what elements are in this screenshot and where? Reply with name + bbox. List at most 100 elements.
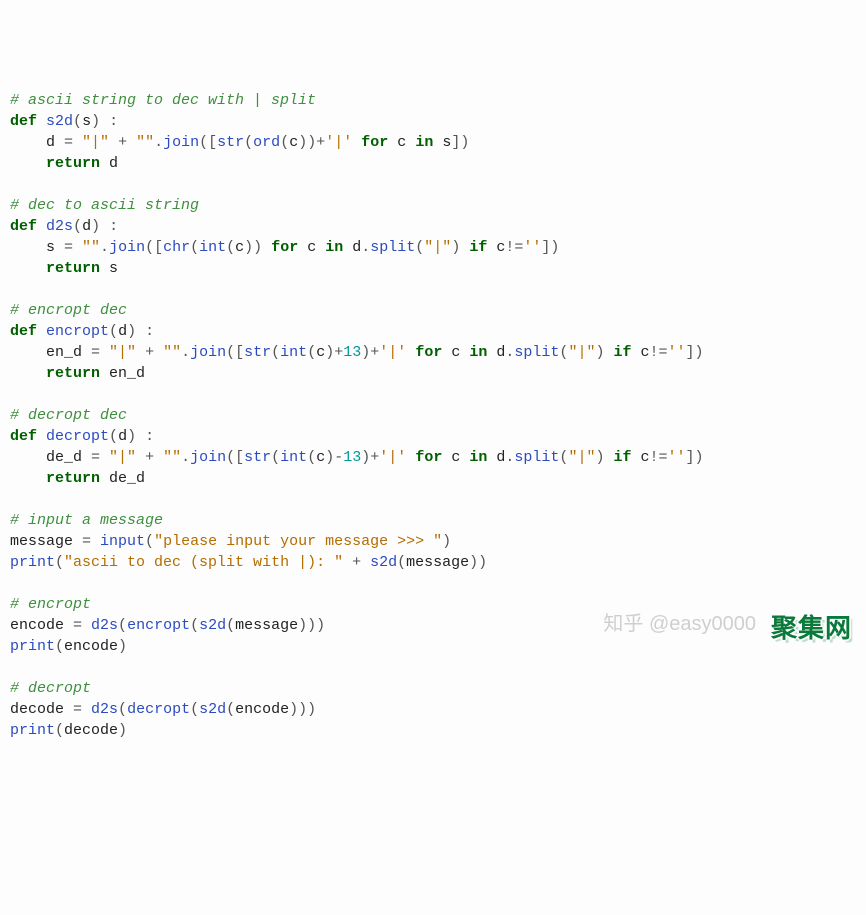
code-token: ) : [127,428,154,445]
code-token: # dec to ascii string [10,197,199,214]
code-token: s [433,134,451,151]
code-token: + [118,134,136,151]
code-token: message [406,554,469,571]
code-line: # encropt [10,594,856,615]
code-token: ) [442,533,451,550]
code-token: chr [163,239,190,256]
code-token: return [46,470,100,487]
code-line [10,657,856,678]
code-token: # decropt [10,680,91,697]
code-token: print [10,722,55,739]
code-token: s [100,260,118,277]
code-token: ( [307,344,316,361]
code-token: "|" [568,344,595,361]
code-token [37,218,46,235]
code-token: c [316,449,325,466]
code-token: '' [668,449,686,466]
code-token: = [73,617,91,634]
code-token: "please input your message >>> " [154,533,442,550]
code-token: + [370,449,379,466]
code-line: return de_d [10,468,856,489]
code-token: de_d [100,470,145,487]
code-token: ( [55,554,64,571]
code-token: '' [668,344,686,361]
code-line: def s2d(s) : [10,111,856,132]
code-token: encropt [46,323,109,340]
code-token: d2s [46,218,73,235]
code-token [10,155,46,172]
code-token: c [631,449,649,466]
code-token: decode [64,722,118,739]
code-line: def encropt(d) : [10,321,856,342]
code-token: str [244,449,271,466]
code-token: ( [271,449,280,466]
code-token: = [91,449,109,466]
code-token: s2d [370,554,397,571]
code-token: # input a message [10,512,163,529]
code-token: 13 [343,449,361,466]
code-line: # dec to ascii string [10,195,856,216]
code-token: c [298,239,325,256]
code-token: ) : [91,113,118,130]
code-token: decode [10,701,73,718]
code-token: if [613,344,631,361]
code-token: encode [64,638,118,655]
code-token: )) [469,554,487,571]
code-token: ( [271,344,280,361]
code-line: encode = d2s(encropt(s2d(message))) [10,615,856,636]
code-token: in [415,134,433,151]
code-token: join [109,239,145,256]
code-token: d [487,449,505,466]
code-token: print [10,554,55,571]
code-token: message [10,533,82,550]
code-token: ([ [226,449,244,466]
code-token: def [10,218,37,235]
code-token: = [64,134,82,151]
code-token [10,470,46,487]
code-token: # ascii string to dec with | split [10,92,316,109]
code-token: '|' [379,449,406,466]
code-token [37,428,46,445]
code-token: ( [55,722,64,739]
code-token: en_d [100,365,145,382]
code-token: # encropt dec [10,302,127,319]
code-token [10,260,46,277]
code-token: c [316,344,325,361]
code-token: c [442,344,469,361]
code-token: "|" [109,449,136,466]
code-token: "|" [82,134,109,151]
code-token: input [100,533,145,550]
code-token: ]) [451,134,469,151]
code-token: ( [280,134,289,151]
code-token: ( [55,638,64,655]
code-token: ( [109,428,118,445]
code-token: ( [73,113,82,130]
code-token [352,134,361,151]
code-token: - [334,449,343,466]
code-token: ([ [226,344,244,361]
code-token: . [181,449,190,466]
code-token: int [280,449,307,466]
code-token: . [100,239,109,256]
code-token: = [82,533,100,550]
code-token: decropt [46,428,109,445]
code-line: # ascii string to dec with | split [10,90,856,111]
code-line: message = input("please input your messa… [10,531,856,552]
code-line: en_d = "|" + "".join([str(int(c)+13)+'|'… [10,342,856,363]
code-token: d [100,155,118,172]
code-token: ( [190,239,199,256]
code-line [10,279,856,300]
code-token: . [154,134,163,151]
code-line: # decropt dec [10,405,856,426]
code-token: ( [118,701,127,718]
code-line: # encropt dec [10,300,856,321]
code-token: != [650,344,668,361]
code-token [406,344,415,361]
code-token: '|' [379,344,406,361]
code-token: = [91,344,109,361]
code-token: return [46,155,100,172]
code-token: ) [361,344,370,361]
code-token: ( [307,449,316,466]
code-token: d [82,218,91,235]
code-token: int [199,239,226,256]
